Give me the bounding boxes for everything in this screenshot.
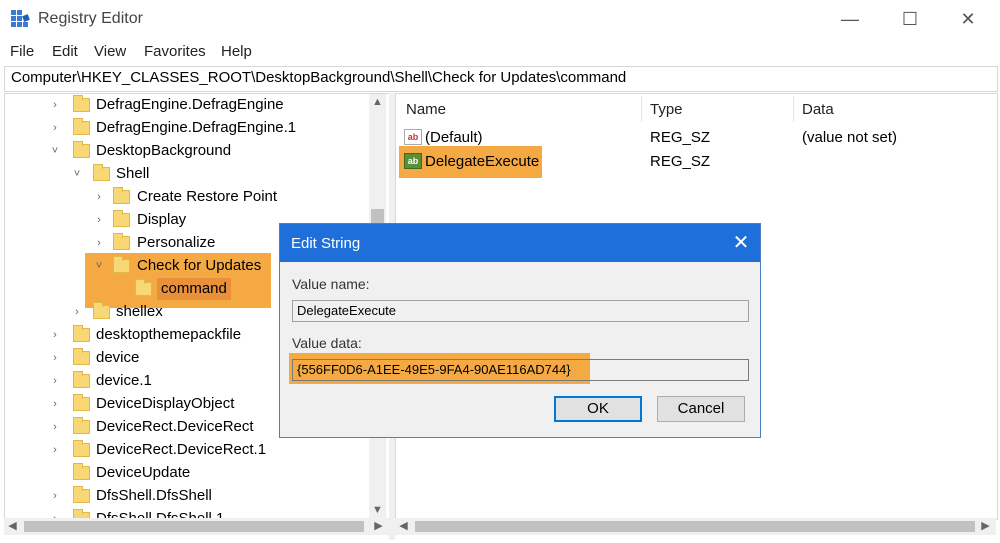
folder-icon bbox=[93, 164, 110, 181]
tree-item-label: DeviceDisplayObject bbox=[96, 395, 235, 412]
tree-item-label: DeviceRect.DeviceRect.1 bbox=[96, 441, 267, 458]
tree-item-label: desktopthemepackfile bbox=[96, 326, 242, 343]
folder-icon bbox=[113, 256, 130, 273]
folder-icon bbox=[73, 463, 90, 480]
column-header-data[interactable]: Data bbox=[802, 101, 834, 118]
tree-item-label: Shell bbox=[116, 165, 150, 182]
registry-editor-window: Registry Editor — ☐ ✕ File Edit View Fav… bbox=[0, 0, 1000, 543]
tree-item-label: DfsShell.DfsShell bbox=[96, 487, 212, 504]
minimize-button[interactable]: — bbox=[830, 6, 870, 32]
value-type: REG_SZ bbox=[650, 153, 711, 170]
dialog-title: Edit String bbox=[291, 235, 361, 252]
expand-icon[interactable]: › bbox=[49, 94, 61, 116]
folder-icon bbox=[73, 417, 90, 434]
value-data: (value not set) bbox=[802, 129, 898, 146]
folder-icon bbox=[73, 440, 90, 457]
expand-icon[interactable]: › bbox=[49, 439, 61, 461]
tree-item-label: device bbox=[96, 349, 140, 366]
registry-editor-app-icon bbox=[11, 10, 30, 27]
expand-icon[interactable]: › bbox=[49, 370, 61, 392]
expand-icon[interactable]: › bbox=[49, 117, 61, 139]
scroll-right-icon[interactable]: ▶ bbox=[370, 518, 387, 535]
collapse-icon[interactable]: ˅ bbox=[71, 163, 83, 185]
folder-icon bbox=[73, 348, 90, 365]
value-type: REG_SZ bbox=[650, 129, 711, 146]
expand-icon[interactable]: › bbox=[49, 393, 61, 415]
menu-favorites[interactable]: Favorites bbox=[144, 43, 206, 60]
expand-icon[interactable]: › bbox=[71, 301, 83, 323]
string-value-icon: ab bbox=[404, 153, 422, 169]
collapse-icon[interactable]: ˅ bbox=[93, 255, 105, 277]
column-separator[interactable] bbox=[793, 96, 794, 122]
value-data-input[interactable]: {556FF0D6-A1EE-49E5-9FA4-90AE116AD744} bbox=[292, 359, 749, 381]
menu-help[interactable]: Help bbox=[221, 43, 252, 60]
collapse-icon[interactable]: ˅ bbox=[49, 140, 61, 162]
folder-icon bbox=[73, 486, 90, 503]
folder-icon bbox=[73, 371, 90, 388]
tree-item-label: DeviceRect.DeviceRect bbox=[96, 418, 254, 435]
folder-icon bbox=[73, 118, 90, 135]
folder-icon bbox=[135, 279, 152, 296]
list-horizontal-scrollbar[interactable]: ◀ ▶ bbox=[395, 518, 996, 535]
column-separator[interactable] bbox=[641, 96, 642, 122]
value-name-field: DelegateExecute bbox=[292, 300, 749, 322]
tree-hscroll-thumb[interactable] bbox=[24, 521, 364, 532]
address-path: Computer\HKEY_CLASSES_ROOT\DesktopBackgr… bbox=[11, 69, 627, 86]
folder-icon bbox=[73, 141, 90, 158]
dialog-close-icon[interactable]: ✕ bbox=[726, 229, 756, 257]
value-name-label: Value name: bbox=[292, 276, 370, 292]
tree-item-label: Display bbox=[137, 211, 187, 228]
menu-edit[interactable]: Edit bbox=[52, 43, 78, 60]
dialog-title-bar: Edit String ✕ bbox=[280, 224, 760, 262]
scroll-right-icon[interactable]: ▶ bbox=[977, 518, 994, 535]
expand-icon[interactable]: › bbox=[49, 416, 61, 438]
folder-icon bbox=[113, 210, 130, 227]
scroll-left-icon[interactable]: ◀ bbox=[395, 518, 412, 535]
tree-item-label: command bbox=[157, 278, 231, 300]
tree-item-label: DefragEngine.DefragEngine.1 bbox=[96, 119, 297, 136]
close-window-button[interactable]: ✕ bbox=[948, 6, 988, 32]
expand-icon[interactable]: › bbox=[49, 485, 61, 507]
expand-icon[interactable]: › bbox=[93, 209, 105, 231]
list-hscroll-thumb[interactable] bbox=[415, 521, 975, 532]
address-bar[interactable]: Computer\HKEY_CLASSES_ROOT\DesktopBackgr… bbox=[4, 66, 998, 92]
folder-icon bbox=[93, 302, 110, 319]
tree-item-label: DesktopBackground bbox=[96, 142, 232, 159]
tree-item-label: DefragEngine.DefragEngine bbox=[96, 96, 284, 113]
column-header-name[interactable]: Name bbox=[406, 101, 446, 118]
edit-string-dialog: Edit String ✕ Value name: DelegateExecut… bbox=[279, 223, 761, 438]
ok-button[interactable]: OK bbox=[554, 396, 642, 422]
folder-icon bbox=[113, 233, 130, 250]
maximize-button[interactable]: ☐ bbox=[890, 6, 930, 32]
tree-item-label: device.1 bbox=[96, 372, 152, 389]
tree-item-label: Personalize bbox=[137, 234, 216, 251]
scroll-down-icon[interactable]: ▼ bbox=[369, 502, 386, 519]
folder-icon bbox=[73, 325, 90, 342]
title-bar: Registry Editor — ☐ ✕ bbox=[0, 0, 1000, 38]
window-title: Registry Editor bbox=[38, 10, 143, 27]
scroll-up-icon[interactable]: ▲ bbox=[369, 94, 386, 111]
menu-file[interactable]: File bbox=[10, 43, 34, 60]
tree-item-label: shellex bbox=[116, 303, 163, 320]
string-value-icon: ab bbox=[404, 129, 422, 145]
scroll-left-icon[interactable]: ◀ bbox=[4, 518, 21, 535]
expand-icon[interactable]: › bbox=[93, 232, 105, 254]
expand-icon[interactable]: › bbox=[49, 347, 61, 369]
value-name: (Default) bbox=[425, 129, 483, 146]
menu-view[interactable]: View bbox=[94, 43, 126, 60]
tree-horizontal-scrollbar[interactable]: ◀ ▶ bbox=[4, 518, 389, 535]
expand-icon[interactable]: › bbox=[93, 186, 105, 208]
cancel-button[interactable]: Cancel bbox=[657, 396, 745, 422]
column-header-type[interactable]: Type bbox=[650, 101, 683, 118]
tree-item-label: Check for Updates bbox=[137, 257, 262, 274]
folder-icon bbox=[113, 187, 130, 204]
folder-icon bbox=[73, 95, 90, 112]
expand-icon[interactable]: › bbox=[49, 324, 61, 346]
folder-icon bbox=[73, 394, 90, 411]
tree-item-label: DeviceUpdate bbox=[96, 464, 191, 481]
menu-bar: File Edit View Favorites Help bbox=[0, 40, 1000, 64]
tree-item-label: Create Restore Point bbox=[137, 188, 278, 205]
value-data-label: Value data: bbox=[292, 335, 362, 351]
value-name: DelegateExecute bbox=[425, 153, 540, 170]
